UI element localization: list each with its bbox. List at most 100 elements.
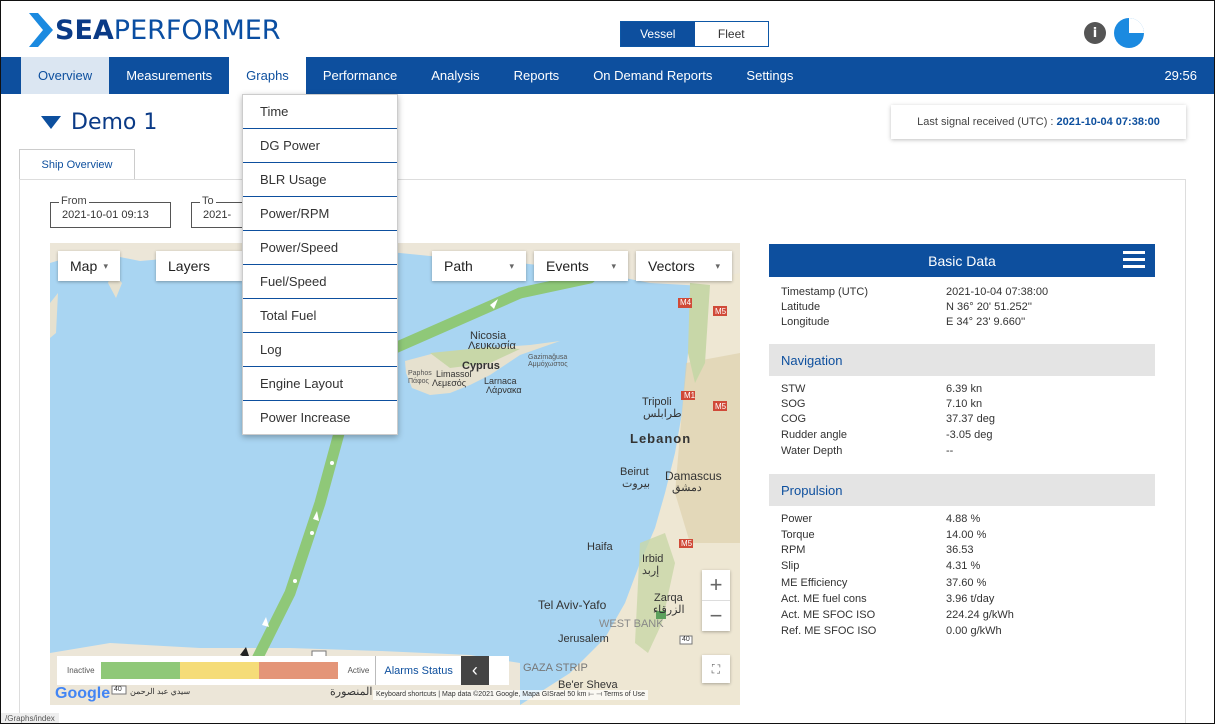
label-tel-aviv: Tel Aviv-Yafo [538,598,607,612]
map-attribution[interactable]: Keyboard shortcuts | Map data ©2021 Goog… [373,690,649,700]
nav-settings[interactable]: Settings [729,57,810,94]
last-signal-label: Last signal received (UTC) : [917,116,1054,128]
alarms-status-link[interactable]: Alarms Status [375,656,460,685]
tab-ship-overview[interactable]: Ship Overview [19,149,135,180]
label-damascus-ar: دمشق [672,482,702,494]
path-dropdown[interactable]: Path ▾ [432,251,526,281]
graphs-menu-item-engine-layout[interactable]: Engine Layout [243,367,397,401]
data-value: 224.24 g/kWh [946,609,1014,621]
vessel-title[interactable]: Demo 1 [41,110,157,135]
vessel-toggle-button[interactable]: Vessel [621,22,695,46]
logo-chevron-icon [29,13,53,47]
map-type-dropdown[interactable]: Map ▾ [58,251,120,281]
data-value: 36.53 [946,544,974,556]
last-signal-box: Last signal received (UTC) : 2021-10-04 … [891,105,1186,139]
label-lebanon: Lebanon [630,431,692,446]
caret-down-icon [41,116,61,129]
navigation-section-header: Navigation [769,344,1155,376]
user-icon[interactable] [1113,17,1145,49]
data-key: Power [781,513,813,525]
data-row: Power 4.88 % [781,513,1141,529]
data-key: Act. ME SFOC ISO [781,609,876,621]
data-row: RPM 36.53 [781,544,1141,560]
data-row: STW 6.39 kn [781,383,1141,399]
google-logo[interactable]: Google [55,685,110,703]
label-haifa: Haifa [587,541,613,553]
graphs-menu-item-power-speed[interactable]: Power/Speed [243,231,397,265]
road-m5-2: M5 [715,402,727,411]
graphs-menu-item-blr-usage[interactable]: BLR Usage [243,163,397,197]
zoom-in-button[interactable]: + [702,570,730,600]
road-m5-3: M5 [681,539,693,548]
nav-reports[interactable]: Reports [497,57,577,94]
data-value: 6.39 kn [946,383,983,395]
graphs-menu-item-power-rpm[interactable]: Power/RPM [243,197,397,231]
data-row: SOG 7.10 kn [781,398,1141,414]
fleet-toggle-button[interactable]: Fleet [694,22,768,46]
menu-icon[interactable] [1123,251,1145,272]
data-row: Timestamp (UTC) 2021-10-04 07:38:00 [781,286,1141,302]
data-key: SOG [781,398,806,410]
data-row: Ref. ME SFOC ISO 0.00 g/kWh [781,625,1141,641]
graphs-menu-item-time[interactable]: Time [243,95,397,129]
to-label: To [200,195,216,207]
label-beirut-ar: بيروت [622,478,651,490]
from-date-field[interactable]: From 2021-10-01 09:13 [50,195,171,228]
chevron-left-icon[interactable]: ‹ [460,656,489,685]
fullscreen-button[interactable]: ⛶ [702,655,730,683]
graphs-menu-item-total-fuel[interactable]: Total Fuel [243,299,397,333]
label-tripoli-ar: طرابلس [643,408,682,420]
data-row: Slip 4.31 % [781,560,1141,576]
graphs-menu-item-fuel-speed[interactable]: Fuel/Speed [243,265,397,299]
nav-performance[interactable]: Performance [306,57,414,94]
top-bar: SEAPERFORMER Vessel Fleet i [1,1,1214,57]
events-dropdown[interactable]: Events ▾ [534,251,628,281]
zoom-out-button[interactable]: − [702,601,730,631]
graphs-menu-item-power-increase[interactable]: Power Increase [243,401,397,434]
graphs-menu-item-log[interactable]: Log [243,333,397,367]
main-nav: Overview Measurements Graphs Performance… [1,57,1214,94]
layers-label: Layers [168,258,211,274]
road-m4: M4 [680,298,692,307]
data-value: 3.96 t/day [946,593,995,605]
app-logo[interactable]: SEAPERFORMER [29,13,281,47]
data-key: Torque [781,529,815,541]
label-mansoura: المنصورة [330,686,373,698]
nav-on-demand-reports[interactable]: On Demand Reports [576,57,729,94]
data-value: E 34° 23' 9.660'' [946,316,1026,328]
alarms-active-label: Active [347,666,370,675]
label-ammochostos: Αμμόχωστος [528,361,568,368]
data-key: Longitude [781,316,830,328]
nav-measurements[interactable]: Measurements [109,57,229,94]
data-row: Act. ME fuel cons 3.96 t/day [781,593,1141,609]
map-type-label: Map [70,258,98,274]
data-row: Water Depth -- [781,445,1141,461]
vectors-label: Vectors [648,258,695,274]
from-value: 2021-10-01 09:13 [62,209,149,221]
data-row: Torque 14.00 % [781,529,1141,545]
data-value: 2021-10-04 07:38:00 [946,286,1049,298]
data-value: 4.31 % [946,560,981,572]
path-label: Path [444,258,473,274]
data-value: 0.00 g/kWh [946,625,1002,637]
alarm-level-yellow [179,662,259,679]
label-jerusalem: Jerusalem [558,633,609,645]
alarms-bar: Inactive Active Alarms Status ‹ [57,656,509,685]
alarm-level-red [258,662,338,679]
graphs-dropdown-menu: Time DG Power BLR Usage Power/RPM Power/… [242,94,398,435]
layers-dropdown[interactable]: Layers [156,251,242,281]
data-value: -3.05 deg [946,429,993,441]
nav-analysis[interactable]: Analysis [414,57,496,94]
road-40-2: 40 [114,686,122,693]
vectors-dropdown[interactable]: Vectors ▾ [636,251,732,281]
data-key: Latitude [781,301,821,313]
nav-overview[interactable]: Overview [21,57,110,94]
info-icon[interactable]: i [1084,22,1106,44]
nav-graphs[interactable]: Graphs [229,57,306,94]
road-m5: M5 [715,307,727,316]
label-gazimagusa: Gazimağusa [528,354,568,361]
data-row: Latitude N 36° 20' 51.252'' [781,301,1141,317]
data-key: Ref. ME SFOC ISO [781,625,877,637]
app-window: SEAPERFORMER Vessel Fleet i Overview Mea… [0,0,1215,724]
graphs-menu-item-dg-power[interactable]: DG Power [243,129,397,163]
